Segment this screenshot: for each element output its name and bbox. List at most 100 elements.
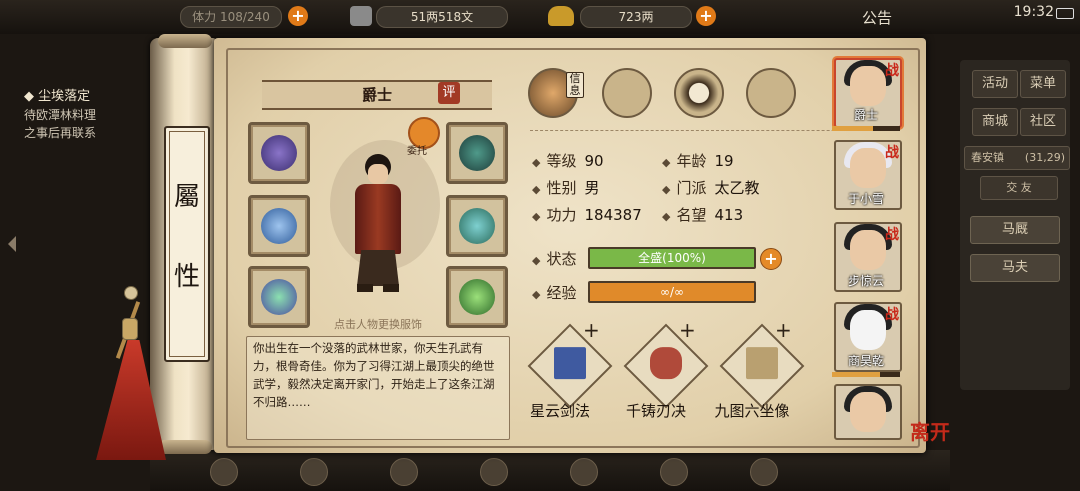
stat-fame: ◆ 名望 413 — [662, 206, 744, 224]
battery-icon — [1056, 8, 1074, 19]
tassel-bead — [124, 286, 138, 300]
nav-icon-5[interactable] — [570, 458, 598, 486]
restore-state-button[interactable]: + — [760, 248, 782, 270]
state-label: ◆ 状态 — [532, 250, 577, 268]
bagua-icon[interactable] — [674, 68, 724, 118]
add-stamina-button[interactable]: + — [288, 6, 308, 26]
portrait-mask — [850, 310, 886, 350]
roller-char-2: 性 — [173, 262, 200, 292]
equip-slot-ring[interactable] — [248, 266, 310, 328]
quest-line-1: 待欧潭林料理 — [24, 108, 97, 122]
exp-label: ◆ 经验 — [532, 284, 577, 302]
roster-card-5[interactable] — [834, 384, 902, 440]
npc-groom[interactable]: 马夫 — [970, 254, 1060, 282]
location-coords: (31,29) — [1024, 151, 1065, 164]
nav-icon-1[interactable] — [210, 458, 238, 486]
roller-char-1: 屬 — [173, 182, 200, 212]
community-button[interactable]: 社区 — [1020, 108, 1066, 136]
activity-button[interactable]: 活动 — [972, 70, 1018, 98]
shop-button[interactable]: 商城 — [972, 108, 1018, 136]
skill-add-1[interactable]: + — [583, 318, 600, 342]
helmet-icon — [261, 135, 297, 171]
copper-display: 51两518文 — [376, 6, 508, 28]
portrait-face — [850, 230, 886, 270]
portrait-face — [850, 148, 886, 188]
roster-name-2: 于小雪 — [847, 192, 884, 206]
menu-button[interactable]: 菜单 — [1020, 70, 1066, 98]
commission-label: 委托 — [407, 146, 427, 157]
stat-sect: ◆ 门派 太乙教 — [662, 179, 760, 197]
armor-icon — [459, 208, 495, 244]
stat-level: ◆ 等级 90 — [532, 152, 604, 170]
roster-progress-1 — [832, 126, 900, 131]
nav-icon-4[interactable] — [480, 458, 508, 486]
skill-add-2[interactable]: + — [679, 318, 696, 342]
skill-add-3[interactable]: + — [775, 318, 792, 342]
location-name: 春安镇 — [971, 151, 1004, 164]
stat-power: ◆ 功力 184387 — [532, 206, 642, 224]
equip-slot-accessory[interactable] — [446, 266, 508, 328]
portrait-face — [850, 392, 886, 432]
nav-icon-7[interactable] — [750, 458, 778, 486]
tassel-knot — [122, 318, 138, 340]
roster-tag-2: 战 — [885, 145, 899, 161]
gold-ingot-icon — [548, 6, 574, 26]
announcement-button[interactable]: 公告 — [862, 7, 892, 28]
add-gold-button[interactable]: + — [696, 6, 716, 26]
nav-icon-6[interactable] — [660, 458, 688, 486]
right-menu-panel: 活动 菜单 商城 社区 春安镇 (31,29) 交 友 马厩 马夫 — [960, 60, 1070, 390]
nav-icon-3[interactable] — [390, 458, 418, 486]
collapse-left-arrow-icon[interactable] — [8, 236, 16, 252]
equip-slot-weapon[interactable] — [248, 195, 310, 257]
hat-icon — [459, 135, 495, 171]
clock: 19:32 — [1013, 4, 1054, 20]
skill-name-1: 星云剑法 — [529, 402, 590, 420]
tab-friends[interactable]: 交 友 — [980, 176, 1058, 200]
equip-slot-head[interactable] — [248, 122, 310, 184]
hero-legs — [357, 250, 399, 286]
roller-top-cap — [158, 34, 212, 48]
character-figure[interactable] — [343, 150, 413, 300]
equip-slot-hat[interactable] — [446, 122, 508, 184]
top-status-bar: 体力 108/240 + 51两518文 723两 + 公告 19:32 — [0, 0, 1080, 34]
roster-tag-1: 战 — [885, 63, 899, 79]
roster-name-3: 步惊云 — [847, 274, 884, 288]
attribute-tab-label: 屬 性 — [164, 126, 210, 362]
skill-name-2: 千铸刃决 — [625, 402, 686, 420]
manual-book-icon — [554, 347, 586, 380]
roster-tag-3: 战 — [885, 227, 899, 243]
character-description: 你出生在一个没落的武林世家，你天生孔武有力，根骨奇佳。你为了习得江湖上最顶尖的绝… — [246, 336, 510, 440]
npc-stable[interactable]: 马厩 — [970, 216, 1060, 244]
equip-slot-armor[interactable] — [446, 195, 508, 257]
roller-bottom-cap — [158, 440, 212, 454]
hero-boot-left — [357, 284, 373, 292]
stat-gender: ◆ 性别男 — [532, 179, 600, 197]
forge-scroll-icon — [650, 347, 682, 380]
leave-button[interactable]: 离开 — [910, 416, 950, 445]
roster-name-1: 爵士 — [853, 108, 878, 122]
gold-display: 723两 — [580, 6, 692, 28]
meridian-body-icon[interactable] — [746, 68, 796, 118]
painting-book-icon — [746, 347, 778, 380]
skill-name-3: 九图六坐像 — [714, 402, 790, 420]
roster-tag-4: 战 — [885, 307, 899, 323]
hero-boot-right — [383, 284, 399, 292]
evaluate-button[interactable]: 评 — [438, 82, 460, 104]
ring-icon — [261, 279, 297, 315]
quest-title: ◆ 尘埃落定 — [24, 89, 91, 104]
state-bar: 全盛(100%) — [588, 247, 756, 269]
scroll-map-icon[interactable] — [602, 68, 652, 118]
stat-age: ◆ 年龄 19 — [662, 152, 734, 170]
nav-icon-2[interactable] — [300, 458, 328, 486]
roster-name-4: 商昊乾 — [847, 354, 884, 368]
quest-line-2: 之事后再联系 — [24, 126, 97, 140]
hero-robe — [355, 184, 401, 254]
portrait-face — [850, 66, 886, 106]
location-display[interactable]: 春安镇 (31,29) — [964, 146, 1070, 170]
bottom-nav-bar — [150, 450, 950, 491]
quest-tracker[interactable]: ◆ 尘埃落定 待欧潭林料理 之事后再联系 — [24, 88, 146, 158]
stamina-display: 体力 108/240 — [180, 6, 282, 28]
info-label: 信息 — [566, 72, 584, 98]
hero-face — [368, 164, 388, 184]
jade-pendant-icon — [459, 279, 495, 315]
